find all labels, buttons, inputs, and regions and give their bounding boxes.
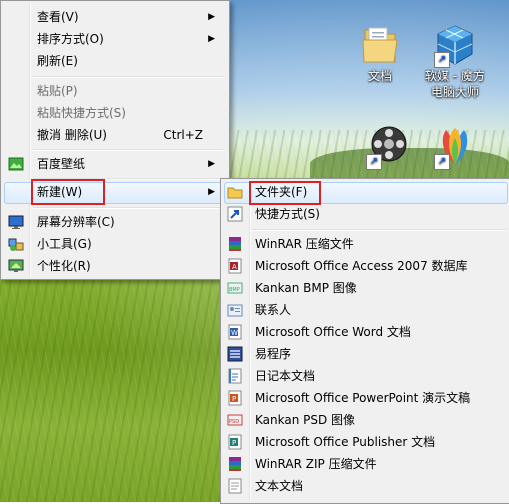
menu-item-label: Microsoft Office PowerPoint 演示文稿: [255, 391, 471, 405]
menu-item-label: 撤消 删除(U): [37, 128, 107, 142]
submenu-arrow-icon: ▶: [208, 187, 215, 197]
menu-item-label: 屏幕分辨率(C): [37, 215, 115, 229]
folder-icon: [227, 184, 243, 200]
publisher-icon: P: [227, 434, 243, 450]
submenu-item-journal[interactable]: 日记本文档: [221, 365, 508, 387]
gadgets-icon: [8, 236, 24, 252]
submenu-item-psd[interactable]: PSD Kankan PSD 图像: [221, 409, 508, 431]
svg-text:BMP: BMP: [229, 287, 240, 293]
menu-item-label: Microsoft Office Access 2007 数据库: [255, 259, 468, 273]
text-doc-icon: [227, 478, 243, 494]
desktop-icon-label-line2: 电脑大师: [430, 85, 479, 99]
menu-item-label: 排序方式(O): [37, 32, 104, 46]
menu-item-label: 粘贴快捷方式(S): [37, 106, 126, 120]
menu-item-baidu-wallpaper[interactable]: 百度壁纸 ▶: [3, 153, 225, 175]
desktop-context-menu: 查看(V) ▶ 排序方式(O) ▶ 刷新(E) 粘贴(P) 粘贴快捷方式(S) …: [0, 0, 230, 280]
new-submenu: 文件夹(F) 快捷方式(S) WinRAR 压缩文件 A Microsoft O…: [220, 178, 509, 504]
bmp-icon: BMP: [227, 280, 243, 296]
submenu-item-powerpoint[interactable]: P Microsoft Office PowerPoint 演示文稿: [221, 387, 508, 409]
shortcut-arrow-icon: ↗: [434, 52, 450, 68]
desktop-icon-ruanmei[interactable]: ↗ 软媒 - 魔方 电脑大师: [420, 22, 490, 100]
menu-item-paste[interactable]: 粘贴(P): [3, 80, 225, 102]
menu-item-gadgets[interactable]: 小工具(G): [3, 233, 225, 255]
menu-item-label: 日记本文档: [255, 369, 316, 383]
screen-resolution-icon: [8, 214, 24, 230]
menu-separator: [251, 229, 506, 231]
svg-text:A: A: [232, 263, 237, 271]
baidu-wallpaper-icon: [8, 156, 24, 172]
annotation-red-box: [31, 179, 105, 205]
menu-item-label: 百度壁纸: [37, 157, 86, 171]
word-icon: W: [227, 324, 243, 340]
submenu-item-shortcut[interactable]: 快捷方式(S): [221, 203, 508, 225]
shortcut-arrow-icon: ↗: [366, 154, 382, 170]
winrar-zip-icon: [227, 456, 243, 472]
submenu-item-text-doc[interactable]: 文本文档: [221, 475, 508, 497]
e-program-icon: [227, 346, 243, 362]
menu-item-label: Kankan BMP 图像: [255, 281, 357, 295]
menu-item-shortcut: Ctrl+Z: [163, 128, 203, 142]
submenu-arrow-icon: ▶: [208, 34, 215, 44]
desktop-icon-video-player[interactable]: ↗: [352, 124, 422, 170]
menu-item-view[interactable]: 查看(V) ▶: [3, 6, 225, 28]
journal-icon: [227, 368, 243, 384]
submenu-item-e-program[interactable]: 易程序: [221, 343, 508, 365]
psd-icon: PSD: [227, 412, 243, 428]
winrar-icon: [227, 236, 243, 252]
submenu-arrow-icon: ▶: [208, 159, 215, 169]
documents-folder-icon: [357, 22, 403, 68]
menu-item-paste-shortcut[interactable]: 粘贴快捷方式(S): [3, 102, 225, 124]
menu-item-refresh[interactable]: 刷新(E): [3, 50, 225, 72]
menu-separator: [33, 76, 223, 78]
desktop-icon-colorful-app[interactable]: ↗: [420, 124, 490, 170]
menu-item-label: 查看(V): [37, 10, 79, 24]
menu-item-undo-delete[interactable]: 撤消 删除(U) Ctrl+Z: [3, 124, 225, 146]
svg-text:P: P: [232, 439, 236, 447]
menu-item-sort-by[interactable]: 排序方式(O) ▶: [3, 28, 225, 50]
submenu-item-access-db[interactable]: A Microsoft Office Access 2007 数据库: [221, 255, 508, 277]
menu-item-label: Kankan PSD 图像: [255, 413, 356, 427]
menu-separator: [33, 207, 223, 209]
menu-item-label: 易程序: [255, 347, 292, 361]
svg-text:P: P: [232, 395, 236, 403]
submenu-item-bmp[interactable]: BMP Kankan BMP 图像: [221, 277, 508, 299]
menu-separator: [33, 149, 223, 151]
powerpoint-icon: P: [227, 390, 243, 406]
shortcut-icon: [227, 206, 243, 222]
annotation-red-box: [249, 181, 321, 205]
menu-item-label: 小工具(G): [37, 237, 92, 251]
menu-item-screen-resolution[interactable]: 屏幕分辨率(C): [3, 211, 225, 233]
submenu-item-word-doc[interactable]: W Microsoft Office Word 文档: [221, 321, 508, 343]
menu-item-label: 刷新(E): [37, 54, 78, 68]
desktop-icon-documents[interactable]: 文档: [345, 22, 415, 84]
menu-item-label: Microsoft Office Publisher 文档: [255, 435, 436, 449]
submenu-item-winrar-archive[interactable]: WinRAR 压缩文件: [221, 233, 508, 255]
film-reel-icon: ↗: [364, 124, 410, 170]
menu-item-label: Microsoft Office Word 文档: [255, 325, 411, 339]
menu-item-label: 快捷方式(S): [255, 207, 320, 221]
menu-item-label: 文本文档: [255, 479, 304, 493]
shortcut-arrow-icon: ↗: [434, 154, 450, 170]
access-icon: A: [227, 258, 243, 274]
menu-item-label: 个性化(R): [37, 259, 91, 273]
desktop-icon-label: 文档: [367, 69, 392, 83]
menu-item-personalize[interactable]: 个性化(R): [3, 255, 225, 277]
submenu-arrow-icon: ▶: [208, 12, 215, 22]
colorful-petal-icon: ↗: [432, 124, 478, 170]
submenu-item-winrar-zip[interactable]: WinRAR ZIP 压缩文件: [221, 453, 508, 475]
submenu-item-publisher[interactable]: P Microsoft Office Publisher 文档: [221, 431, 508, 453]
ruanmei-cube-icon: ↗: [432, 22, 478, 68]
contact-icon: [227, 302, 243, 318]
desktop-icon-label-line1: 软媒 - 魔方: [425, 69, 485, 83]
svg-text:W: W: [231, 329, 238, 337]
menu-item-label: WinRAR 压缩文件: [255, 237, 354, 251]
personalize-icon: [8, 258, 24, 274]
svg-text:PSD: PSD: [229, 419, 239, 425]
menu-item-label: 粘贴(P): [37, 84, 78, 98]
menu-item-label: WinRAR ZIP 压缩文件: [255, 457, 377, 471]
submenu-item-contact[interactable]: 联系人: [221, 299, 508, 321]
menu-item-label: 联系人: [255, 303, 292, 317]
